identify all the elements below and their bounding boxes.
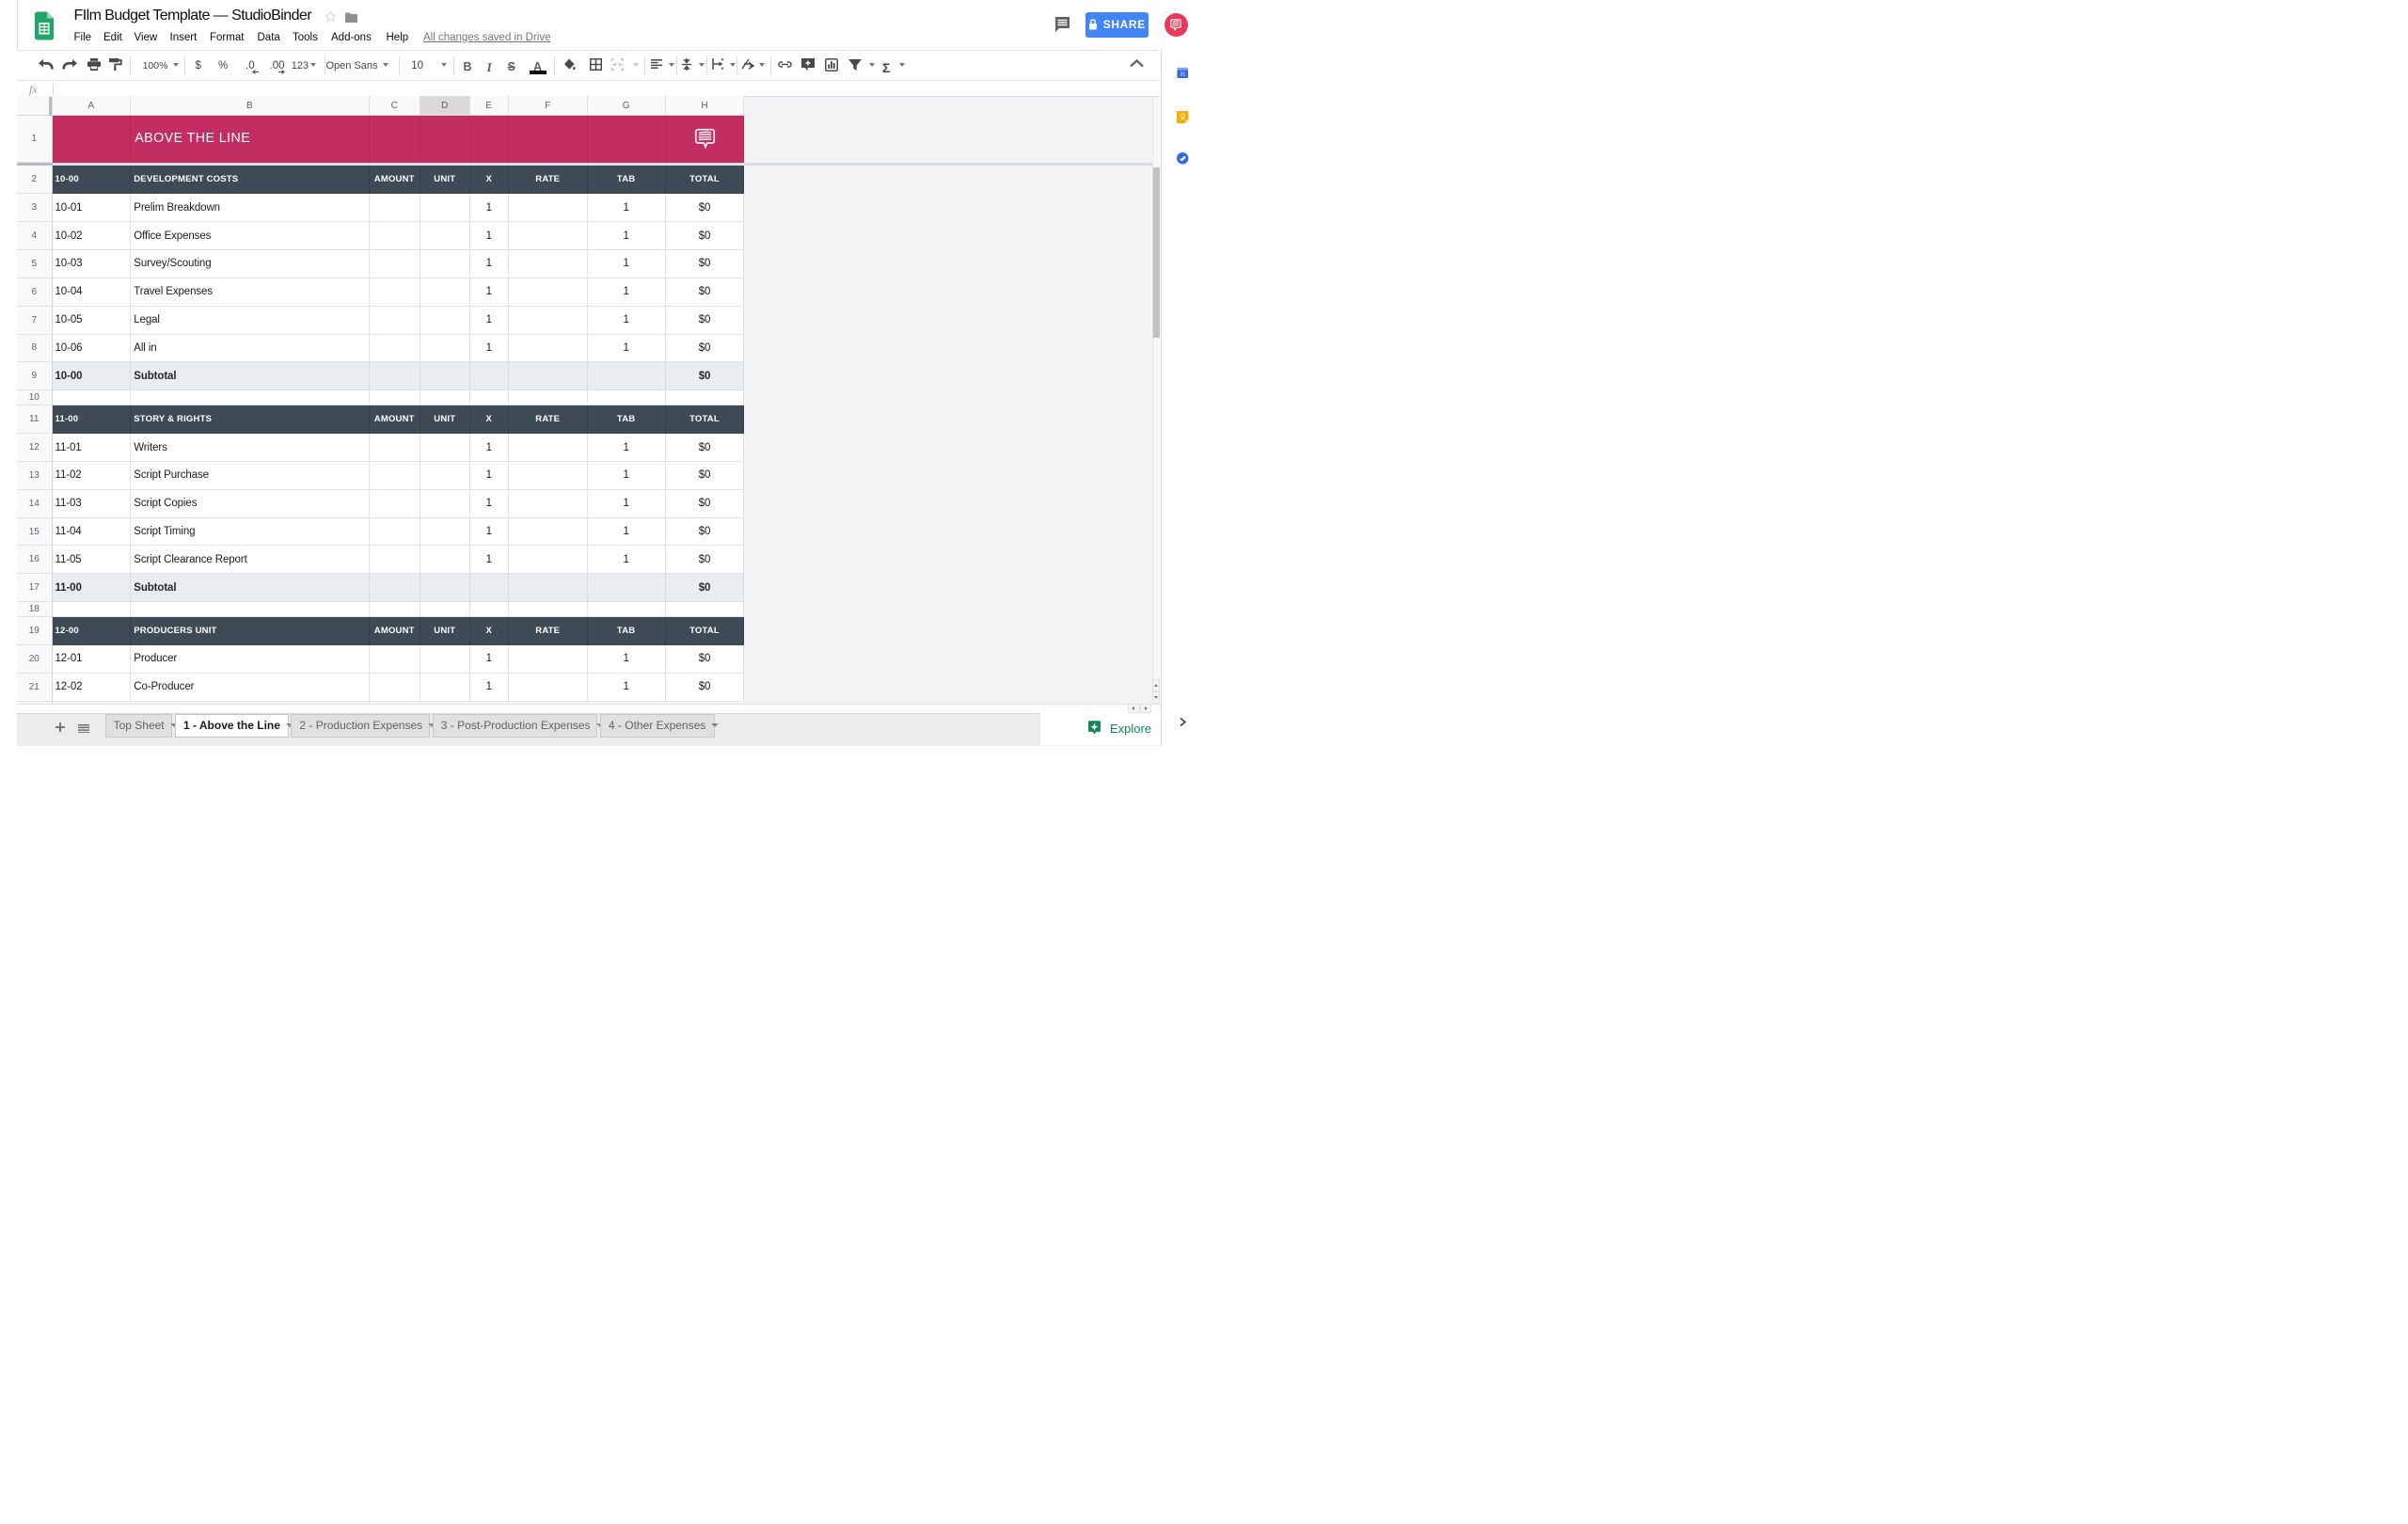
svg-text:31: 31 [1180,71,1185,77]
